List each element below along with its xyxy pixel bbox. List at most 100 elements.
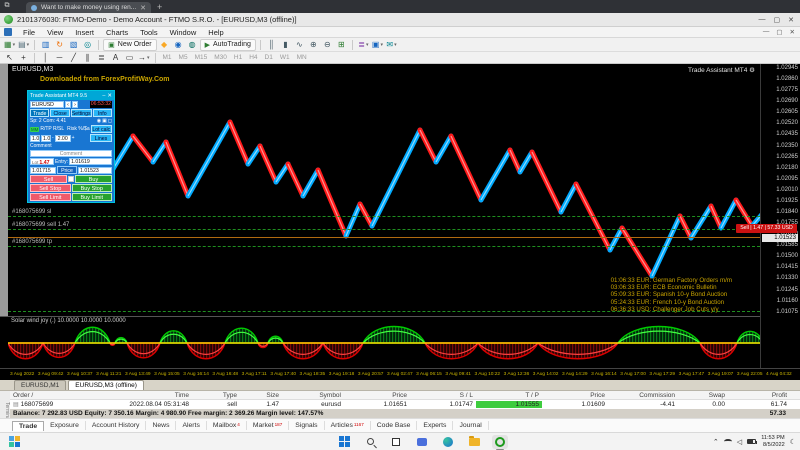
task-view-icon[interactable] [388,435,404,449]
swap-checkbox[interactable] [68,176,74,182]
mt4-taskbar-icon[interactable] [492,435,508,449]
timeframe-h4[interactable]: H4 [246,53,260,63]
tab-close-icon[interactable]: ✕ [140,4,146,12]
symbol-select[interactable]: EURUSD [30,101,64,108]
lot-calc-button[interactable]: Lot calc [91,125,112,133]
buy-limit-button[interactable]: Buy Limit [72,193,113,201]
terminal-tab-news[interactable]: News [146,421,176,430]
panel-tab-settings[interactable]: Settings [71,109,92,117]
browser-tab[interactable]: Want to make money using ren... ✕ [26,2,151,13]
terminal-tab-signals[interactable]: Signals [289,421,324,430]
channel-icon[interactable]: ∥ [81,52,94,64]
profiles-icon-dropdown[interactable]: ▾ [27,42,30,48]
sell-stop-button[interactable]: Sell Stop [30,184,71,192]
cursor-icon[interactable]: ↖ [3,52,16,64]
entry-input[interactable]: 1.01619 [69,158,112,165]
rsl-input[interactable]: 1.0 [41,135,51,142]
take-profit-line[interactable] [8,246,760,247]
minimize-button[interactable]: — [759,16,766,24]
lot-field[interactable]: Lot1.47 [30,158,54,165]
chat-icon[interactable] [414,435,430,449]
crosshair-icon[interactable]: + [17,52,30,64]
tile-windows-icon[interactable]: ⊞ [335,39,348,51]
mm-toggle[interactable]: MM [30,127,39,132]
panel-tab-info[interactable]: Info [93,109,112,117]
terminal-tab-market[interactable]: Market187 [247,421,289,430]
new-chart-icon-dropdown[interactable]: ▾ [13,42,16,48]
clock[interactable]: 11:53 PM 8/5/2022 [761,435,785,448]
new-order-button[interactable]: ▣New Order [103,39,156,51]
arrows-icon[interactable]: →▾ [137,52,151,64]
widgets-icon[interactable] [6,435,22,449]
menu-help[interactable]: Help [202,28,229,37]
refresh-icon[interactable]: ↻ [53,39,66,51]
terminal-tab-trade[interactable]: Trade [12,421,44,431]
new-chart-icon[interactable]: ▦▾ [3,39,16,51]
comment-input[interactable]: Comment [30,150,112,157]
periods-icon[interactable]: ▣▾ [371,39,384,51]
chart-tab[interactable]: EURUSD,M1 [14,380,66,390]
terminal-tab-experts[interactable]: Experts [417,421,453,430]
maximize-button[interactable]: ▢ [774,16,781,24]
terminal-tab-exposure[interactable]: Exposure [44,421,86,430]
text-icon[interactable]: A [109,52,122,64]
timeframe-m15[interactable]: M15 [192,53,211,63]
indicators-icon-dropdown[interactable]: ▾ [366,42,369,48]
lock-icon[interactable]: ◻ [108,118,112,124]
menu-tools[interactable]: Tools [134,28,164,37]
chart-system-icon[interactable] [4,28,12,36]
terminal-tab-mailbox[interactable]: Mailbox4 [207,421,247,430]
zoom-in-icon[interactable]: ⊕ [307,39,320,51]
mdi-restore-icon[interactable]: ▢ [776,28,782,36]
templates-icon[interactable]: ✉▾ [385,39,398,51]
start-button[interactable] [336,435,352,449]
menu-charts[interactable]: Charts [100,28,134,37]
zoom-out-icon[interactable]: ⊖ [321,39,334,51]
bars-chart-icon[interactable]: ║ [265,39,278,51]
menu-window[interactable]: Window [164,28,203,37]
edge-icon[interactable] [440,435,456,449]
window-icon[interactable]: ▣ [102,118,107,124]
timeframe-d1[interactable]: D1 [262,53,276,63]
community-icon[interactable]: ◍ [186,39,199,51]
panel-minimize-icon[interactable]: – [102,93,105,99]
volume-icon[interactable]: ◁ [737,438,742,446]
autotrading-button[interactable]: ▶AutoTrading [200,39,256,51]
price-button[interactable]: Price [57,166,77,174]
tray-chevron-icon[interactable]: ⌃ [713,438,719,446]
candles-chart-icon[interactable]: ▮ [279,39,292,51]
panel-titlebar[interactable]: Trade Assistant MT4 9.5 – ✕ [28,91,114,100]
close-button[interactable]: ✕ [788,16,794,24]
timeframe-m30[interactable]: M30 [211,53,230,63]
tp-price-input[interactable]: 1.01523 [78,167,112,174]
panel-tab-close[interactable]: Close [50,109,69,117]
strategy-tester-icon[interactable]: ◎ [81,39,94,51]
battery-icon[interactable] [747,439,756,444]
terminal-tab-articles[interactable]: Articles1167 [325,421,371,430]
sl-price-input[interactable]: 1.01715 [30,167,56,174]
timeframe-w1[interactable]: W1 [277,53,293,63]
metaeditor-icon[interactable]: ◆ [158,39,171,51]
chart-tab[interactable]: EURUSD,M3 (offline) [68,380,144,390]
market-watch-icon[interactable]: ▥ [39,39,52,51]
symbol-prev-button[interactable]: ‹ [65,101,71,108]
timeframe-mn[interactable]: MN [294,53,310,63]
arrows-icon-dropdown[interactable]: ▾ [147,55,150,61]
wifi-icon[interactable] [724,439,732,444]
trade-assistant-corner-label[interactable]: Trade Assistant MT4 ⚙ [688,66,755,74]
indicators-icon[interactable]: ≣▾ [357,39,370,51]
timeframe-m5[interactable]: M5 [176,53,191,63]
panel-tab-trade[interactable]: Trade [30,109,49,117]
risk-plus-button[interactable]: + [72,135,75,141]
search-icon[interactable] [362,435,378,449]
terminal-tab-code-base[interactable]: Code Base [371,421,418,430]
menu-file[interactable]: File [17,28,41,37]
symbol-next-button[interactable]: › [72,101,78,108]
terminal-tab-journal[interactable]: Journal [453,421,488,430]
profiles-icon[interactable]: ▤▾ [17,39,30,51]
timeframe-m1[interactable]: M1 [160,53,175,63]
risk-input[interactable]: 2.00 [55,135,71,142]
eye-icon[interactable]: ◉ [97,118,101,124]
file-explorer-icon[interactable] [466,435,482,449]
mdi-minimize-icon[interactable]: — [763,28,770,36]
